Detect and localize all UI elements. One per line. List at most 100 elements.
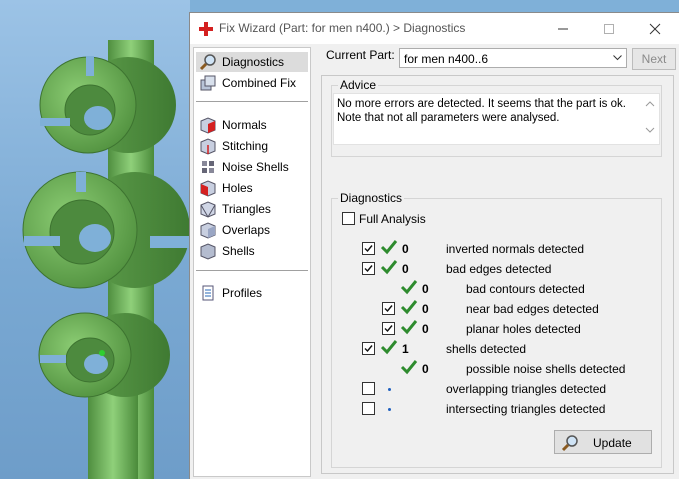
shells-checkbox[interactable] — [362, 342, 375, 355]
chevron-down-icon — [613, 55, 622, 61]
sidebar-item-label: Shells — [222, 244, 255, 258]
overlaps-cube-icon — [200, 222, 216, 239]
title-bar[interactable]: Fix Wizard (Part: for men n400.) > Diagn… — [190, 13, 679, 44]
planar-holes-checkbox[interactable] — [382, 322, 395, 335]
near-bad-edges-count: 0 — [422, 302, 429, 316]
current-part-label: Current Part: — [326, 48, 395, 62]
sidebar-item-label: Noise Shells — [222, 160, 289, 174]
advice-group: Advice No more errors are detected. It s… — [331, 78, 662, 157]
sidebar-item-diagnostics[interactable]: Diagnostics — [196, 52, 308, 72]
next-button[interactable]: Next — [632, 48, 676, 70]
checkmark-icon — [384, 325, 393, 333]
full-analysis-label: Full Analysis — [359, 212, 426, 226]
shells-cube-icon — [200, 243, 216, 260]
inverted-normals-label: inverted normals detected — [446, 242, 585, 256]
bad-edges-checkbox[interactable] — [362, 262, 375, 275]
advice-text-box[interactable]: No more errors are detected. It seems th… — [333, 93, 660, 145]
ok-check-icon — [400, 280, 418, 295]
overlapping-triangles-label: overlapping triangles detected — [446, 382, 607, 396]
sidebar-item-label: Profiles — [222, 286, 263, 300]
ok-check-icon — [380, 260, 398, 275]
sidebar-item-label: Normals — [222, 118, 267, 132]
cube-stack-icon — [200, 75, 216, 91]
minimize-button[interactable] — [540, 13, 586, 44]
holes-cube-icon — [200, 180, 216, 197]
current-part-select[interactable]: for men n400..6 — [399, 48, 627, 68]
sidebar-item-label: Combined Fix — [222, 76, 297, 90]
sidebar-item-stitching[interactable]: Stitching — [196, 136, 308, 156]
ok-check-icon — [380, 340, 398, 355]
advice-legend: Advice — [338, 78, 379, 92]
noise-shells-count: 0 — [422, 362, 429, 376]
bad-edges-count: 0 — [402, 262, 409, 276]
ok-check-icon — [380, 240, 398, 255]
ok-check-icon — [400, 320, 418, 335]
sidebar-item-noise-shells[interactable]: Noise Shells — [196, 157, 308, 177]
planar-holes-label: planar holes detected — [466, 322, 581, 336]
sidebar-item-combined-fix[interactable]: Combined Fix — [196, 73, 308, 93]
advice-scrollbar[interactable] — [643, 96, 657, 138]
sidebar-item-overlaps[interactable]: Overlaps — [196, 220, 308, 240]
pending-dot-icon — [388, 408, 391, 411]
magnifier-icon — [561, 435, 578, 452]
planar-holes-count: 0 — [422, 322, 429, 336]
close-button[interactable] — [632, 13, 678, 44]
sidebar-divider — [196, 270, 308, 271]
near-bad-edges-checkbox[interactable] — [382, 302, 395, 315]
sidebar-item-label: Triangles — [222, 202, 271, 216]
part-3d-model — [22, 40, 190, 479]
ok-check-icon — [400, 360, 418, 375]
sidebar-divider — [196, 101, 308, 102]
sidebar-item-label: Overlaps — [222, 223, 271, 237]
bad-contours-count: 0 — [422, 282, 429, 296]
checkmark-icon — [364, 345, 373, 353]
checkmark-icon — [364, 245, 373, 253]
update-button-label: Update — [593, 436, 632, 450]
checkmark-icon — [384, 305, 393, 313]
sidebar-item-shells[interactable]: Shells — [196, 241, 308, 261]
close-icon — [649, 23, 661, 35]
sidebar-item-normals[interactable]: Normals — [196, 115, 308, 135]
document-icon — [202, 285, 214, 301]
window-title: Fix Wizard (Part: for men n400.) > Diagn… — [219, 21, 466, 35]
noise-shells-icon — [202, 161, 214, 173]
bad-edges-label: bad edges detected — [446, 262, 552, 276]
overlapping-triangles-checkbox[interactable] — [362, 382, 375, 395]
model-viewport[interactable] — [0, 0, 190, 479]
intersecting-triangles-label: intersecting triangles detected — [446, 402, 606, 416]
diagnostics-panel: Advice No more errors are detected. It s… — [321, 75, 674, 474]
sidebar-item-label: Stitching — [222, 139, 269, 153]
inverted-normals-count: 0 — [402, 242, 409, 256]
sidebar-item-triangles[interactable]: Triangles — [196, 199, 308, 219]
maximize-icon — [604, 24, 614, 34]
sidebar-item-holes[interactable]: Holes — [196, 178, 308, 198]
near-bad-edges-label: near bad edges detected — [466, 302, 599, 316]
advice-line-1: No more errors are detected. It seems th… — [337, 98, 626, 110]
fix-wizard-dialog: Fix Wizard (Part: for men n400.) > Diagn… — [189, 12, 679, 479]
diagnostics-legend: Diagnostics — [338, 191, 405, 205]
stitching-cube-icon — [200, 138, 216, 155]
sidebar-item-profiles[interactable]: Profiles — [196, 283, 308, 303]
magnifier-icon — [199, 54, 216, 71]
maximize-button[interactable] — [586, 13, 632, 44]
update-button[interactable]: Update — [554, 430, 652, 454]
diagnostics-group: Diagnostics Full Analysis 0 inverted nor… — [331, 191, 662, 468]
shells-count: 1 — [402, 342, 409, 356]
advice-line-2: Note that not all parameters were analys… — [337, 112, 560, 124]
wizard-sidebar: Diagnostics Combined Fix Normals Stitchi… — [193, 47, 311, 477]
pending-dot-icon — [388, 388, 391, 391]
sidebar-item-label: Holes — [222, 181, 253, 195]
bad-contours-label: bad contours detected — [466, 282, 585, 296]
intersecting-triangles-checkbox[interactable] — [362, 402, 375, 415]
ok-check-icon — [400, 300, 418, 315]
noise-shells-label: possible noise shells detected — [466, 362, 626, 376]
full-analysis-checkbox[interactable] — [342, 212, 355, 225]
triangles-cube-icon — [200, 201, 216, 218]
normals-cube-icon — [200, 117, 216, 134]
red-cross-app-icon — [199, 22, 213, 36]
current-part-value: for men n400..6 — [404, 52, 489, 66]
sidebar-item-label: Diagnostics — [222, 55, 285, 69]
inverted-normals-checkbox[interactable] — [362, 242, 375, 255]
checkmark-icon — [364, 265, 373, 273]
shells-label: shells detected — [446, 342, 527, 356]
